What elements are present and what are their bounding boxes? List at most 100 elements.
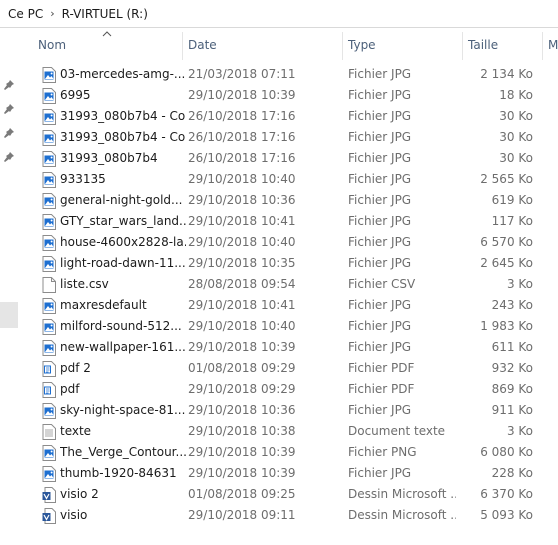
file-row[interactable]: GTY_star_wars_land... 29/10/2018 10:41 Fic… — [18, 211, 558, 232]
file-row[interactable]: texte 29/10/2018 10:38 Document texte 3 Ko — [18, 421, 558, 442]
file-name[interactable]: maxresdefault — [60, 295, 186, 316]
file-type: Fichier PDF — [348, 361, 415, 375]
file-name[interactable]: sky-night-space-81... — [60, 400, 186, 421]
image-file-icon — [42, 151, 56, 167]
file-name[interactable]: new-wallpaper-161... — [60, 337, 186, 358]
file-row[interactable]: The_Verge_Contour... 29/10/2018 10:39 Fich… — [18, 442, 558, 463]
file-name[interactable]: milford-sound-512... — [60, 316, 186, 337]
file-name[interactable]: 933135 — [60, 169, 186, 190]
file-row[interactable]: 6995 29/10/2018 10:39 Fichier JPG 18 Ko — [18, 85, 558, 106]
file-name[interactable]: light-road-dawn-11... — [60, 253, 186, 274]
file-name[interactable]: house-4600x2828-la... — [60, 232, 186, 253]
file-name[interactable]: 31993_080b7b4 - Co... — [60, 106, 186, 127]
file-size: 6 080 Ko — [480, 445, 533, 459]
file-date: 29/10/2018 10:39 — [188, 88, 296, 102]
pin-icon[interactable] — [4, 152, 14, 162]
image-file-icon — [42, 67, 56, 83]
file-row[interactable]: general-night-gold... 29/10/2018 10:36 Fic… — [18, 190, 558, 211]
column-more-header[interactable]: M — [542, 28, 558, 62]
file-date: 29/10/2018 10:36 — [188, 193, 296, 207]
breadcrumb-separator-icon[interactable]: › — [50, 7, 54, 20]
file-type: Fichier JPG — [348, 67, 412, 81]
file-type: Fichier PDF — [348, 382, 415, 396]
file-row[interactable]: 31993_080b7b4 26/10/2018 17:16 Fichier JPG… — [18, 148, 558, 169]
image-file-icon — [42, 235, 56, 251]
file-date: 29/10/2018 10:40 — [188, 235, 296, 249]
text-file-icon — [42, 424, 56, 440]
file-row[interactable]: 03-mercedes-amg-... 21/03/2018 07:11 Fichi… — [18, 64, 558, 85]
file-row[interactable]: 31993_080b7b4 - Co... 26/10/2018 17:16 Fic… — [18, 106, 558, 127]
file-row[interactable]: pdf 2 01/08/2018 09:29 Fichier PDF 932 Ko — [18, 358, 558, 379]
image-file-icon — [42, 445, 56, 461]
file-name[interactable]: 31993_080b7b4 - Co — [60, 127, 186, 148]
column-type-header[interactable]: Type — [342, 28, 462, 62]
file-row[interactable]: liste.csv 28/08/2018 09:54 Fichier CSV 3 Ko — [18, 274, 558, 295]
file-name[interactable]: liste.csv — [60, 274, 186, 295]
file-name[interactable]: The_Verge_Contour... — [60, 442, 186, 463]
file-row[interactable]: house-4600x2828-la... 29/10/2018 10:40 Fic… — [18, 232, 558, 253]
file-size: 1 983 Ko — [480, 319, 533, 333]
file-date: 29/10/2018 10:41 — [188, 298, 296, 312]
column-date-header[interactable]: Date — [182, 28, 342, 62]
file-type: Fichier JPG — [348, 109, 412, 123]
file-row[interactable]: pdf 29/10/2018 09:29 Fichier PDF 869 Ko — [18, 379, 558, 400]
file-type: Fichier JPG — [348, 340, 412, 354]
file-type: Fichier JPG — [348, 466, 412, 480]
file-name[interactable]: general-night-gold... — [60, 190, 186, 211]
file-row[interactable]: light-road-dawn-11... 29/10/2018 10:35 Fic… — [18, 253, 558, 274]
file-size: 6 370 Ko — [480, 487, 533, 501]
file-size: 228 Ko — [491, 466, 533, 480]
file-type: Dessin Microsoft ... — [348, 487, 456, 501]
image-file-icon — [42, 109, 56, 125]
file-row[interactable]: sky-night-space-81... 29/10/2018 10:36 Fic… — [18, 400, 558, 421]
pin-icon[interactable] — [4, 104, 14, 114]
file-size: 117 Ko — [491, 214, 533, 228]
file-date: 29/10/2018 10:35 — [188, 256, 296, 270]
file-date: 29/10/2018 09:11 — [188, 508, 296, 522]
pin-icon[interactable] — [4, 128, 14, 138]
file-size: 2 134 Ko — [480, 67, 533, 81]
file-name[interactable]: GTY_star_wars_land... — [60, 211, 186, 232]
image-file-icon — [42, 214, 56, 230]
file-row[interactable]: thumb-1920-84631 29/10/2018 10:39 Fichier … — [18, 463, 558, 484]
navigation-pane — [0, 28, 18, 545]
file-name[interactable]: 31993_080b7b4 — [60, 148, 186, 169]
column-type-label: Type — [348, 38, 376, 52]
file-row[interactable]: 933135 29/10/2018 10:40 Fichier JPG 2 565 K… — [18, 169, 558, 190]
file-type: Fichier JPG — [348, 298, 412, 312]
file-row[interactable]: maxresdefault 29/10/2018 10:41 Fichier JPG… — [18, 295, 558, 316]
image-file-icon — [42, 466, 56, 482]
file-name[interactable]: pdf — [60, 379, 186, 400]
file-row[interactable]: visio 2 01/08/2018 09:25 Dessin Microsoft … — [18, 484, 558, 505]
file-date: 29/10/2018 10:40 — [188, 319, 296, 333]
file-row[interactable]: new-wallpaper-161... 29/10/2018 10:39 Fich… — [18, 337, 558, 358]
file-date: 26/10/2018 17:16 — [188, 151, 296, 165]
file-name[interactable]: visio 2 — [60, 484, 186, 505]
column-size-header[interactable]: Taille — [462, 28, 542, 62]
pin-icon[interactable] — [4, 80, 14, 90]
nav-selected-item[interactable] — [0, 302, 18, 328]
file-name[interactable]: 6995 — [60, 85, 186, 106]
file-row[interactable]: milford-sound-512... 29/10/2018 10:40 Fich… — [18, 316, 558, 337]
file-row[interactable]: visio 29/10/2018 09:11 Dessin Microsoft ..… — [18, 505, 558, 526]
file-type: Fichier PNG — [348, 445, 417, 459]
file-type: Dessin Microsoft ... — [348, 508, 456, 522]
breadcrumb-this-pc[interactable]: Ce PC — [8, 7, 43, 21]
file-size: 619 Ko — [491, 193, 533, 207]
file-name[interactable]: 03-mercedes-amg-... — [60, 64, 186, 85]
file-type: Fichier JPG — [348, 256, 412, 270]
file-name[interactable]: thumb-1920-84631 — [60, 463, 186, 484]
file-name[interactable]: visio — [60, 505, 186, 526]
breadcrumb-drive[interactable]: R-VIRTUEL (R:) — [62, 7, 148, 21]
file-list: 03-mercedes-amg-... 21/03/2018 07:11 Fichi… — [18, 64, 558, 526]
file-name[interactable]: pdf 2 — [60, 358, 186, 379]
address-bar[interactable]: Ce PC › R-VIRTUEL (R:) — [0, 0, 558, 28]
file-row[interactable]: 31993_080b7b4 - Co 26/10/2018 17:16 Fichie… — [18, 127, 558, 148]
image-file-icon — [42, 172, 56, 188]
file-name[interactable]: texte — [60, 421, 186, 442]
file-date: 26/10/2018 17:16 — [188, 109, 296, 123]
file-size: 2 645 Ko — [480, 256, 533, 270]
blank-file-icon — [42, 277, 56, 293]
file-size: 3 Ko — [506, 277, 533, 291]
file-date: 29/10/2018 10:41 — [188, 214, 296, 228]
